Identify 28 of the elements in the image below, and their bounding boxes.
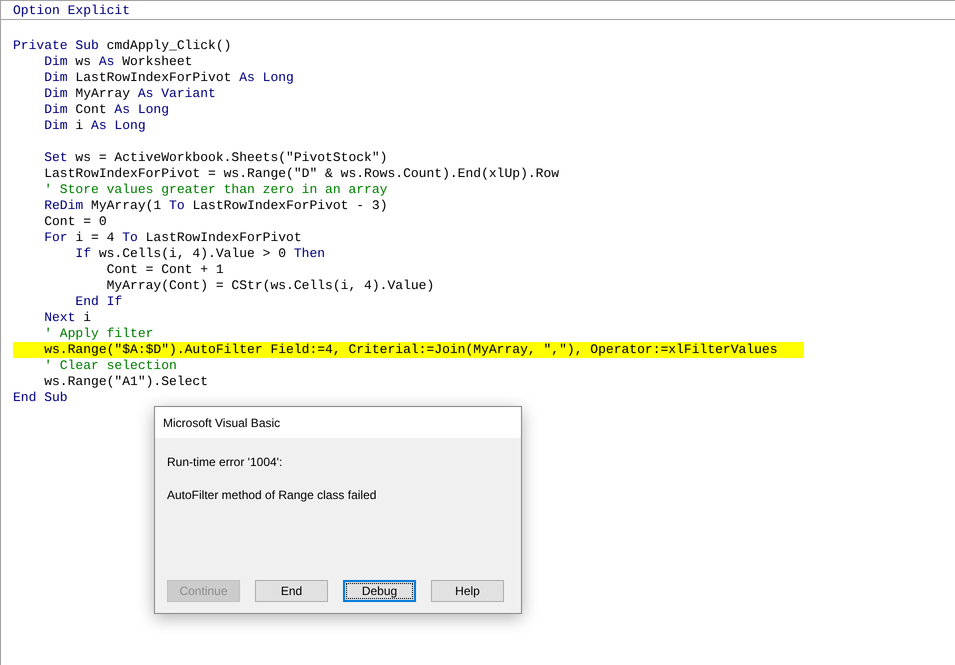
dialog-button[interactable]: End (255, 580, 328, 602)
error-code-text: Run-time error '1004': (167, 454, 282, 471)
code-line: Next i (43, 310, 92, 326)
code-line: ' Clear selection (43, 358, 178, 374)
code-line: ReDim MyArray(1 To LastRowIndexForPivot - 3) (43, 198, 388, 214)
error-message: AutoFilter method of Range class failed (167, 487, 376, 504)
dialog-button[interactable]: Debug (343, 580, 416, 602)
code-line: Cont = 0 (43, 214, 108, 230)
code-line: ws.Range("A1").Select (43, 374, 210, 390)
code-line: Private Sub cmdApply_Click() (13, 38, 232, 54)
code-line: Dim i As Long (43, 118, 147, 134)
code-line: Set ws = ActiveWorkbook.Sheets("PivotStock") (43, 150, 388, 166)
code-line: Cont = Cont + 1 (106, 262, 225, 278)
dialog-title: Microsoft Visual Basic (163, 414, 280, 432)
code-line: End If (74, 294, 124, 310)
code-line: LastRowIndexForPivot = ws.Range("D" & ws.Rows.Count).End(xlUp).Row (43, 166, 560, 182)
code-line: For i = 4 To LastRowIndexForPivot (43, 230, 303, 246)
code-line: Dim MyArray As Variant (43, 86, 217, 102)
code-line: ' Apply filter (43, 326, 154, 342)
code-line: ' Store values greater than zero in an array (43, 182, 388, 198)
code-line: Option Explicit (13, 3, 130, 19)
code-line: Dim Cont As Long (43, 102, 170, 118)
code-line: Dim LastRowIndexForPivot As Long (43, 70, 295, 86)
code-line: MyArray(Cont) = CStr(ws.Cells(i, 4).Value) (106, 278, 436, 294)
code-line: If ws.Cells(i, 4).Value > 0 Then (74, 246, 326, 262)
dialog-button[interactable]: Help (431, 580, 504, 602)
code-line: End Sub (13, 390, 69, 406)
code-line: Dim ws As Worksheet (43, 54, 194, 70)
